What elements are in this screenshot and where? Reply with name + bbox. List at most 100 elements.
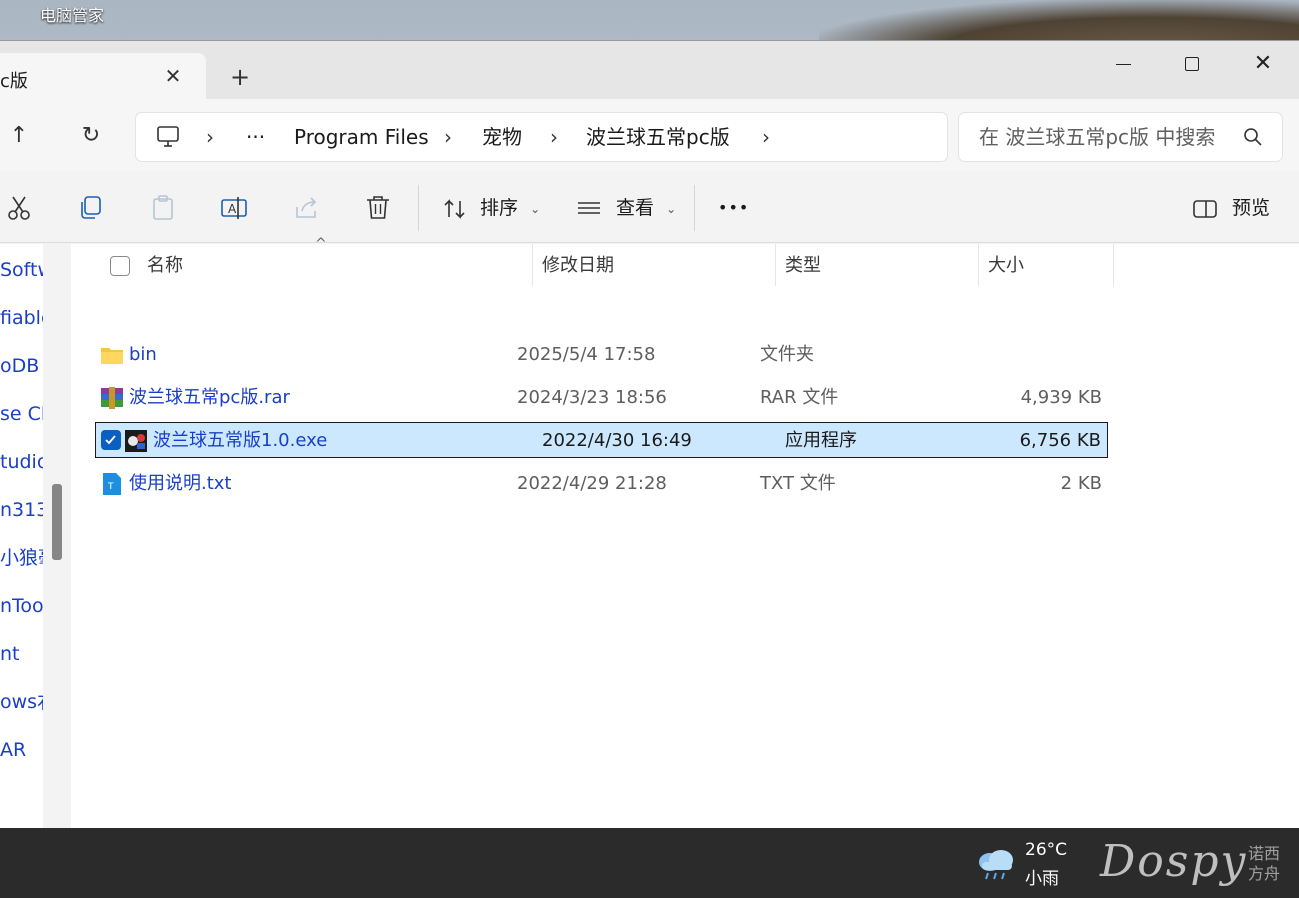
nav-item[interactable]: n313: [0, 495, 43, 525]
row-checkbox-checked[interactable]: [101, 430, 121, 450]
file-size: 4,939 KB: [1020, 387, 1102, 408]
close-window-button[interactable]: ✕: [1240, 47, 1286, 81]
breadcrumb-current-folder[interactable]: 波兰球五常pc版: [586, 113, 730, 161]
nav-item[interactable]: 小狼毫: [0, 543, 43, 573]
tab-close-icon[interactable]: ✕: [160, 63, 186, 89]
column-divider[interactable]: [775, 244, 776, 286]
minimize-button[interactable]: [1100, 47, 1146, 81]
paste-button[interactable]: [148, 193, 178, 223]
nav-item[interactable]: fiable: [0, 303, 43, 333]
search-box[interactable]: [959, 113, 1282, 161]
file-list: ^ 名称 修改日期 类型 大小 bin 2025/5/4 17:58 文件夹 波…: [71, 236, 1299, 829]
breadcrumb-chevron[interactable]: ›: [444, 113, 452, 161]
breadcrumb-program-files[interactable]: Program Files: [294, 113, 429, 161]
column-divider[interactable]: [532, 244, 533, 286]
more-options-icon[interactable]: •••: [718, 193, 749, 223]
search-icon[interactable]: [1243, 127, 1263, 147]
file-type: 文件夹: [760, 344, 814, 365]
winrar-icon: [101, 387, 123, 409]
new-tab-button[interactable]: +: [226, 63, 254, 91]
preview-label: 预览: [1232, 197, 1271, 219]
chevron-down-icon: ⌄: [666, 201, 677, 216]
desktop-shortcut-label[interactable]: 电脑管家: [40, 2, 104, 26]
taskbar: 26°C 小雨 Dospy 诺西方舟: [0, 828, 1299, 898]
trash-icon: [367, 196, 389, 219]
view-label: 查看: [616, 197, 655, 219]
column-header-date[interactable]: 修改日期: [542, 244, 614, 289]
toolbar-separator: [694, 185, 695, 231]
nav-item[interactable]: tudio: [0, 447, 43, 477]
watermark-caption: 诺西方舟: [1248, 844, 1281, 883]
file-date: 2022/4/30 16:49: [542, 430, 692, 451]
exe-icon: [125, 430, 147, 452]
weather-condition[interactable]: 小雨: [1025, 864, 1059, 889]
up-arrow-icon[interactable]: ↑: [2, 119, 36, 153]
file-row-txt[interactable]: T 使用说明.txt 2022/4/29 21:28 TXT 文件 2 KB: [95, 466, 1108, 502]
tab-title: c版: [0, 71, 28, 92]
file-explorer-window: c版 ✕ + ✕ ↑ ↻ › ··· Program Files › 宠物 › …: [0, 40, 1299, 829]
scrollbar-thumb[interactable]: [52, 484, 62, 560]
nav-item[interactable]: AR: [0, 735, 26, 765]
weather-temperature[interactable]: 26°C: [1025, 840, 1067, 860]
copy-button[interactable]: [76, 193, 106, 223]
nav-item[interactable]: se Cl: [0, 399, 43, 429]
watermark-logo: Dospy: [1100, 836, 1248, 887]
file-row-exe-selected[interactable]: 波兰球五常版1.0.exe 2022/4/30 16:49 应用程序 6,756…: [95, 422, 1108, 458]
share-button[interactable]: [291, 193, 321, 223]
column-header-size[interactable]: 大小: [988, 244, 1024, 289]
navigation-pane: Softw fiable oDB se Cl tudio n313 小狼毫 nT…: [0, 244, 43, 829]
file-type: RAR 文件: [760, 387, 839, 408]
command-bar: A 排序 ⌄ 查看 ⌄ ••• 预览: [0, 171, 1299, 243]
sort-icon: [444, 198, 465, 219]
breadcrumb-pets[interactable]: 宠物: [482, 113, 522, 161]
maximize-button[interactable]: [1169, 47, 1215, 81]
file-name[interactable]: 波兰球五常pc版.rar: [129, 380, 290, 416]
column-divider[interactable]: [978, 244, 979, 286]
view-button[interactable]: 查看 ⌄: [576, 193, 676, 223]
nav-item[interactable]: Softw: [0, 255, 43, 285]
maximize-icon: [1185, 57, 1199, 71]
clipboard-icon: [153, 195, 173, 220]
refresh-icon[interactable]: ↻: [74, 119, 108, 153]
address-row: ↑ ↻ › ··· Program Files › 宠物 › 波兰球五常pc版 …: [0, 99, 1299, 171]
column-header-name[interactable]: 名称: [147, 244, 183, 289]
txt-file-icon: T: [103, 473, 121, 495]
file-name[interactable]: 使用说明.txt: [129, 466, 232, 502]
file-date: 2022/4/29 21:28: [517, 473, 667, 494]
file-size: 6,756 KB: [1019, 430, 1101, 451]
this-pc-icon[interactable]: [156, 126, 180, 148]
sort-button[interactable]: 排序 ⌄: [442, 193, 540, 223]
folder-icon: [101, 348, 123, 364]
nav-item[interactable]: nTool: [0, 591, 43, 621]
file-name[interactable]: bin: [129, 337, 157, 373]
nav-item[interactable]: oDB: [0, 351, 39, 381]
file-type: 应用程序: [785, 430, 857, 451]
search-input[interactable]: [979, 113, 1217, 161]
column-divider[interactable]: [1113, 244, 1114, 286]
cut-button[interactable]: [4, 193, 34, 223]
breadcrumb-chevron[interactable]: ›: [206, 113, 214, 161]
column-header-type[interactable]: 类型: [785, 244, 821, 289]
select-all-checkbox[interactable]: [110, 256, 130, 276]
nav-item[interactable]: ows右: [0, 687, 43, 717]
address-bar[interactable]: › ··· Program Files › 宠物 › 波兰球五常pc版 ›: [136, 113, 947, 161]
breadcrumb-chevron[interactable]: ›: [762, 113, 770, 161]
weather-rain-cloud-icon[interactable]: [976, 846, 1016, 882]
file-name[interactable]: 波兰球五常版1.0.exe: [153, 423, 327, 459]
nav-item[interactable]: nt: [0, 639, 20, 669]
file-date: 2025/5/4 17:58: [517, 344, 656, 365]
tab-current[interactable]: c版 ✕: [0, 53, 206, 100]
breadcrumb-overflow[interactable]: ···: [246, 113, 265, 161]
file-row-rar[interactable]: 波兰球五常pc版.rar 2024/3/23 18:56 RAR 文件 4,93…: [95, 380, 1108, 416]
file-row-bin[interactable]: bin 2025/5/4 17:58 文件夹: [95, 337, 1108, 373]
rename-button[interactable]: A: [219, 193, 249, 223]
file-date: 2024/3/23 18:56: [517, 387, 667, 408]
delete-button[interactable]: [363, 193, 393, 223]
share-icon: [296, 197, 317, 218]
navigation-scrollbar[interactable]: [43, 244, 71, 829]
view-lines-icon: [578, 201, 600, 214]
copy-icon: [81, 196, 101, 219]
breadcrumb-chevron[interactable]: ›: [550, 113, 558, 161]
preview-pane-button[interactable]: 预览: [1192, 193, 1270, 223]
title-bar: c版 ✕ + ✕: [0, 41, 1299, 100]
